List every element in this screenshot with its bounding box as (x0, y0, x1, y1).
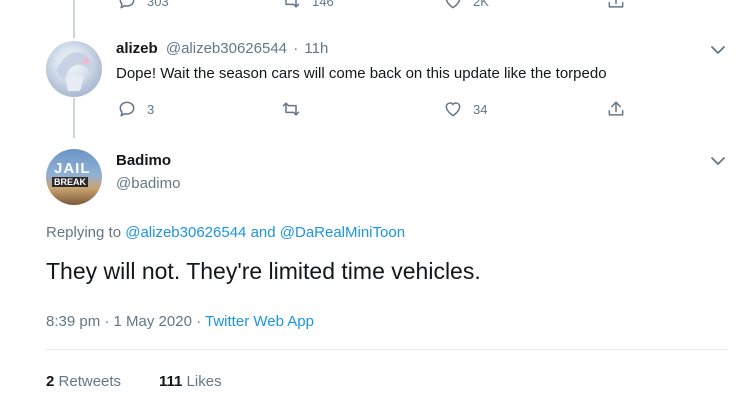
reply-like-count: 34 (473, 101, 488, 117)
reply-author-name[interactable]: alizeb (116, 40, 158, 57)
replying-to-and[interactable]: and (251, 224, 276, 241)
reply-icon (119, 101, 135, 117)
reply-share-action[interactable] (606, 99, 626, 119)
reply-separator: · (293, 40, 299, 57)
reply-header: alizeb @alizeb30626544 · 11h (116, 40, 328, 57)
likes-stat[interactable]: 111 Likes (159, 373, 222, 390)
meta-dot-1: · (104, 313, 110, 330)
tweet-source[interactable]: Twitter Web App (205, 313, 314, 330)
retweets-count: 2 (46, 373, 55, 390)
thread-line-top (73, 0, 75, 38)
retweets-label: Retweets (58, 373, 122, 390)
top-like-count: 2K (473, 0, 489, 9)
main-chevron-down-icon[interactable] (710, 155, 726, 167)
tweet-meta: 8:39 pm · 1 May 2020 · Twitter Web App (46, 313, 314, 330)
tweet-date[interactable]: 1 May 2020 (114, 313, 192, 330)
replying-to-user-1[interactable]: @alizeb30626544 (125, 224, 246, 241)
top-reply-action[interactable]: 303 (117, 0, 169, 11)
main-tweet-text: They will not. They're limited time vehi… (46, 258, 481, 284)
badimo-avatar[interactable]: JAIL BREAK (46, 149, 102, 205)
meta-dot-2: · (196, 313, 202, 330)
main-author-handle[interactable]: @badimo (116, 175, 180, 192)
share-icon (608, 0, 624, 8)
heart-icon (445, 0, 461, 9)
tweet-time[interactable]: 8:39 pm (46, 313, 100, 330)
avatar-logo-top: JAIL (54, 160, 91, 177)
top-share-action[interactable] (606, 0, 626, 11)
top-reply-count: 303 (147, 0, 169, 9)
share-icon (608, 101, 624, 116)
likes-count: 111 (159, 373, 183, 390)
reply-icon (119, 0, 135, 9)
reply-chevron-down-icon[interactable] (710, 44, 726, 56)
likes-label: Likes (186, 373, 222, 390)
reply-author-handle[interactable]: @alizeb30626544 (166, 40, 287, 57)
main-author-name[interactable]: Badimo (116, 152, 171, 169)
stats-divider (46, 349, 729, 350)
alizeb-avatar[interactable] (46, 41, 102, 97)
thread-line-bottom (73, 98, 75, 138)
reply-retweet-action[interactable] (280, 99, 302, 119)
heart-icon (445, 102, 461, 117)
reply-reply-action[interactable]: 3 (117, 99, 154, 119)
replying-to-label: Replying to (46, 224, 122, 241)
replying-to-line: Replying to @alizeb30626544 and @DaRealM… (46, 224, 405, 241)
reply-reply-count: 3 (147, 101, 155, 117)
reply-time[interactable]: 11h (304, 40, 328, 57)
retweet-icon (285, 0, 300, 8)
retweet-icon (282, 102, 300, 116)
replying-to-user-2[interactable]: @DaRealMiniToon (280, 224, 405, 241)
top-retweet-count: 146 (312, 0, 334, 9)
reply-like-action[interactable]: 34 (443, 99, 487, 119)
retweets-stat[interactable]: 2 Retweets (46, 373, 121, 390)
top-like-action[interactable]: 2K (443, 0, 489, 11)
top-retweet-action[interactable]: 146 (280, 0, 334, 11)
avatar-logo-bottom: BREAK (52, 177, 89, 187)
reply-text: Dope! Wait the season cars will come bac… (116, 65, 607, 82)
